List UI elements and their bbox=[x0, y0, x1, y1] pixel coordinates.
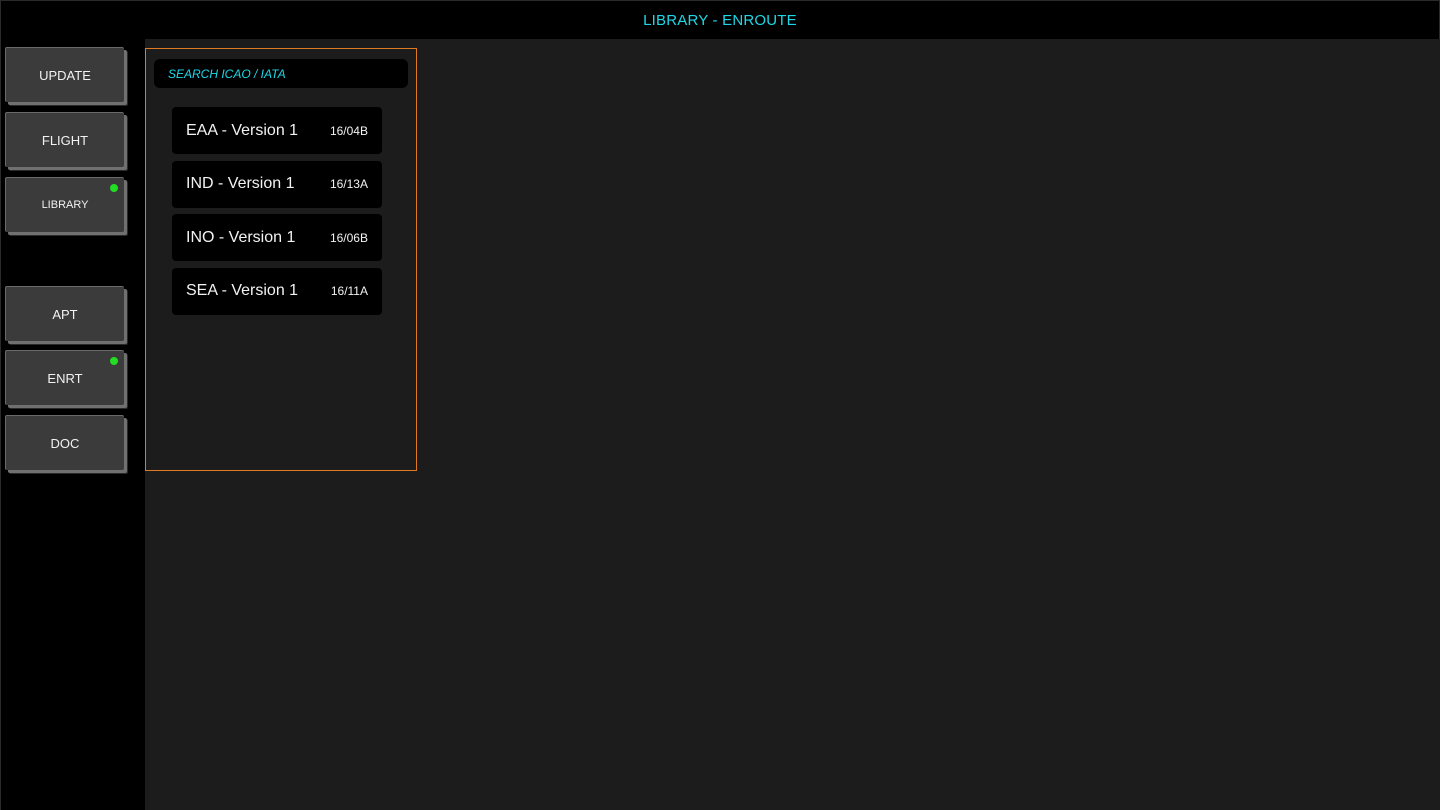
item-code: 16/13A bbox=[329, 177, 368, 191]
doc-button[interactable]: DOC bbox=[5, 415, 124, 470]
library-list: EAA - Version 1 16/04B IND - Version 1 1… bbox=[172, 107, 382, 321]
item-code: 16/06B bbox=[329, 230, 368, 245]
search-box[interactable] bbox=[154, 59, 408, 88]
apt-button[interactable]: APT bbox=[5, 286, 124, 341]
sidebar: UPDATE FLIGHT LIBRARY APT ENRT DOC bbox=[0, 39, 145, 810]
library-button[interactable]: LIBRARY bbox=[5, 177, 124, 232]
main-content: EAA - Version 1 16/04B IND - Version 1 1… bbox=[145, 39, 1440, 810]
library-button-label: LIBRARY bbox=[41, 199, 89, 211]
library-status-indicator bbox=[110, 184, 118, 192]
item-name: IND - Version 1 bbox=[186, 175, 295, 192]
item-name: INO - Version 1 bbox=[186, 228, 296, 246]
title-bar: LIBRARY - ENROUTE bbox=[0, 0, 1440, 40]
list-item[interactable]: SEA - Version 1 16/11A bbox=[172, 267, 382, 315]
update-button[interactable]: UPDATE bbox=[5, 47, 124, 102]
apt-button-label: APT bbox=[52, 306, 78, 322]
page-title: LIBRARY - ENROUTE bbox=[643, 11, 797, 29]
list-item[interactable]: EAA - Version 1 16/04B bbox=[172, 107, 382, 154]
flight-button[interactable]: FLIGHT bbox=[5, 112, 124, 167]
library-panel: EAA - Version 1 16/04B IND - Version 1 1… bbox=[145, 48, 417, 471]
item-name: EAA - Version 1 bbox=[186, 121, 299, 139]
item-code: 16/04B bbox=[329, 123, 368, 138]
item-name: SEA - Version 1 bbox=[186, 282, 299, 299]
enrt-button[interactable]: ENRT bbox=[5, 350, 124, 405]
enrt-button-label: ENRT bbox=[47, 370, 83, 386]
enrt-status-indicator bbox=[110, 357, 118, 365]
update-button-label: UPDATE bbox=[39, 67, 91, 83]
list-item[interactable]: IND - Version 1 16/13A bbox=[172, 160, 382, 208]
doc-button-label: DOC bbox=[50, 435, 80, 451]
list-item[interactable]: INO - Version 1 16/06B bbox=[172, 214, 382, 261]
item-code: 16/11A bbox=[330, 284, 368, 298]
search-input[interactable] bbox=[168, 66, 398, 81]
flight-button-label: FLIGHT bbox=[41, 132, 89, 148]
